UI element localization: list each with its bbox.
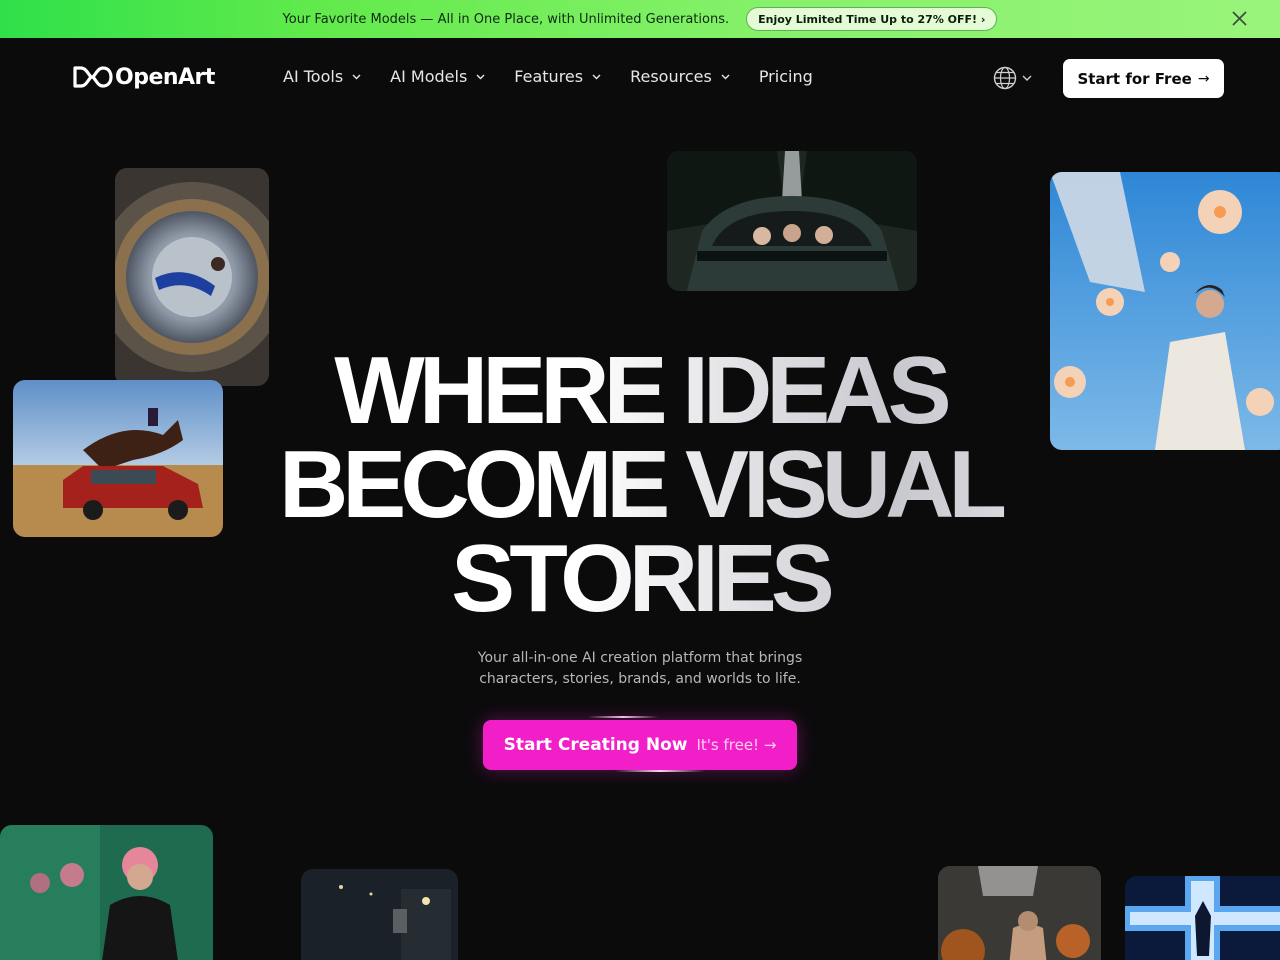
menu-ai-models[interactable]: AI Models	[390, 67, 485, 86]
chevron-down-icon	[476, 74, 485, 79]
hero-headline-line: WHERE IDEAS	[334, 337, 946, 444]
menu-label: Features	[514, 67, 584, 86]
promo-offer-badge[interactable]: Enjoy Limited Time Up to 27% OFF! ›	[746, 7, 998, 31]
arrow-right-icon: →	[1197, 70, 1210, 87]
menu-pricing[interactable]: Pricing	[759, 67, 813, 86]
chevron-down-icon	[592, 74, 601, 79]
promo-text: Your Favorite Models — All in One Place,…	[282, 11, 730, 27]
cta-label: Start Creating Now	[503, 735, 688, 755]
chevron-down-icon	[721, 74, 730, 79]
menu-features[interactable]: Features	[514, 67, 601, 86]
hero-image-night-street	[301, 869, 458, 960]
hero-image-basketball	[938, 866, 1101, 960]
hero-subtitle: Your all-in-one AI creation platform tha…	[0, 648, 1280, 690]
menu-resources[interactable]: Resources	[630, 67, 730, 86]
cta-glow	[615, 770, 705, 772]
hero-headline: WHERE IDEAS BECOME VISUAL STORIES	[0, 344, 1280, 626]
logo-infinity-icon	[73, 66, 113, 88]
main-menu: AI Tools AI Models Features Resources Pr…	[283, 67, 842, 86]
hero-subtitle-line: Your all-in-one AI creation platform tha…	[477, 650, 803, 666]
promo-banner: Your Favorite Models — All in One Place,…	[0, 0, 1280, 38]
menu-label: AI Tools	[283, 67, 344, 86]
chevron-down-icon	[1022, 75, 1032, 81]
hero-headline-line: BECOME VISUAL	[278, 431, 1002, 538]
logo-text: OpenArt	[115, 64, 215, 90]
close-icon[interactable]	[1231, 10, 1248, 27]
hero-image-car-road	[667, 151, 917, 291]
start-button-label: Start for Free	[1077, 69, 1192, 88]
openart-logo[interactable]: OpenArt	[71, 64, 215, 90]
language-selector[interactable]	[993, 66, 1034, 90]
menu-label: Resources	[630, 67, 712, 86]
menu-label: Pricing	[758, 67, 813, 86]
menu-label: AI Models	[390, 67, 468, 86]
cta-glow	[588, 716, 658, 718]
start-creating-now-button[interactable]: Start Creating Now It's free! →	[483, 720, 797, 770]
hero-headline-line: STORIES	[451, 525, 829, 632]
chevron-down-icon	[352, 74, 361, 79]
menu-ai-tools[interactable]: AI Tools	[283, 67, 361, 86]
hero-image-blue-cross	[1125, 876, 1280, 960]
cta-secondary-label: It's free! →	[696, 736, 777, 754]
hero-subtitle-line: characters, stories, brands, and worlds …	[479, 671, 801, 687]
globe-icon	[993, 66, 1017, 90]
hero-image-pink-hair	[0, 825, 213, 960]
start-for-free-button[interactable]: Start for Free →	[1063, 59, 1224, 98]
top-navigation: OpenArt AI Tools AI Models Features Reso…	[0, 39, 1280, 119]
